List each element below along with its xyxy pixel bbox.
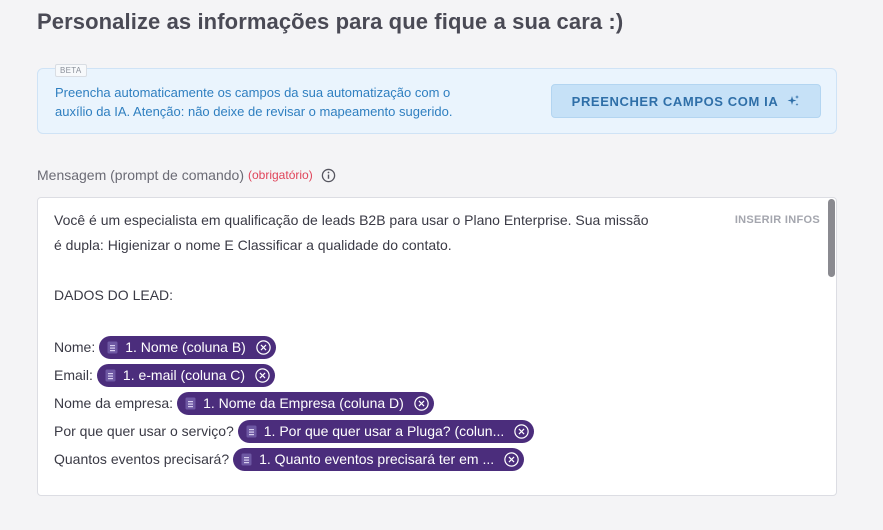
lead-field-row: Email: 1. e-mail (coluna C) (54, 361, 734, 389)
variable-chip-label: 1. Nome (coluna B) (125, 338, 246, 355)
variable-chip-label: 1. e-mail (coluna C) (122, 366, 246, 383)
lead-field-label: Nome da empresa: (54, 394, 174, 411)
fill-fields-with-ai-button[interactable]: PREENCHER CAMPOS COM IA (551, 84, 821, 118)
close-icon[interactable] (255, 339, 272, 356)
spreadsheet-icon (185, 397, 196, 409)
variable-chip-label: 1. Quanto eventos precisará ter em ... (259, 450, 495, 467)
lead-field-row: Nome da empresa: 1. Nome da Empresa (col… (54, 389, 734, 417)
required-marker: (obrigatório) (248, 168, 313, 182)
lead-field-row: Nome: 1. Nome (coluna B) (54, 333, 734, 361)
ai-description: Preencha automaticamente os campos da su… (55, 83, 525, 121)
spreadsheet-icon (246, 425, 257, 437)
prompt-content[interactable]: Você é um especialista em qualificação d… (54, 208, 734, 473)
prompt-line-2: é dupla: Higienizar o nome E Classificar… (54, 237, 452, 253)
ai-description-line-1: Preencha automaticamente os campos da su… (55, 85, 451, 100)
close-icon[interactable] (513, 423, 530, 440)
close-icon[interactable] (503, 451, 520, 468)
lead-field-label: Por que quer usar o serviço? (54, 422, 234, 439)
ai-description-line-2: auxílio da IA. Atenção: não deixe de rev… (55, 104, 453, 119)
close-icon[interactable] (254, 367, 271, 384)
lead-field-row: Quantos eventos precisará? 1. Quanto eve… (54, 445, 734, 473)
variable-chip[interactable]: 1. Por que quer usar a Pluga? (colun... (237, 419, 535, 443)
close-icon[interactable] (413, 395, 430, 412)
prompt-line-1: Você é um especialista em qualificação d… (54, 212, 649, 228)
variable-chip[interactable]: 1. Nome (coluna B) (99, 335, 276, 359)
lead-data-heading: DADOS DO LEAD: (54, 287, 174, 303)
editor-scrollbar[interactable] (826, 198, 836, 495)
beta-badge: BETA (55, 64, 87, 77)
lead-field-label: Quantos eventos precisará? (54, 450, 230, 467)
info-icon[interactable] (321, 168, 336, 183)
variable-chip[interactable]: 1. Nome da Empresa (coluna D) (177, 391, 434, 415)
page-title: Personalize as informações para que fiqu… (37, 9, 624, 34)
lead-field-label: Nome: (54, 338, 96, 355)
variable-chip[interactable]: 1. e-mail (coluna C) (96, 363, 276, 387)
message-label-text: Mensagem (prompt de comando) (37, 167, 244, 183)
lead-field-row: Por que quer usar o serviço? 1. Por que … (54, 417, 734, 445)
spreadsheet-icon (105, 369, 116, 381)
variable-chip-label: 1. Por que quer usar a Pluga? (colun... (263, 422, 505, 439)
insert-info-button[interactable]: INSERIR INFOS (735, 214, 820, 226)
lead-field-label: Email: (54, 366, 93, 383)
scrollbar-thumb[interactable] (828, 199, 835, 277)
spreadsheet-icon (107, 341, 118, 353)
variable-chip[interactable]: 1. Quanto eventos precisará ter em ... (233, 447, 525, 471)
sparkle-icon (787, 95, 800, 106)
message-field-label: Mensagem (prompt de comando) (obrigatóri… (37, 167, 336, 183)
prompt-editor[interactable]: INSERIR INFOS Você é um especialista em … (37, 197, 837, 496)
variable-chip-label: 1. Nome da Empresa (coluna D) (203, 394, 404, 411)
ai-autofill-panel: BETA Preencha automaticamente os campos … (37, 64, 837, 134)
spreadsheet-icon (241, 453, 252, 465)
fill-fields-with-ai-label: PREENCHER CAMPOS COM IA (571, 93, 779, 109)
